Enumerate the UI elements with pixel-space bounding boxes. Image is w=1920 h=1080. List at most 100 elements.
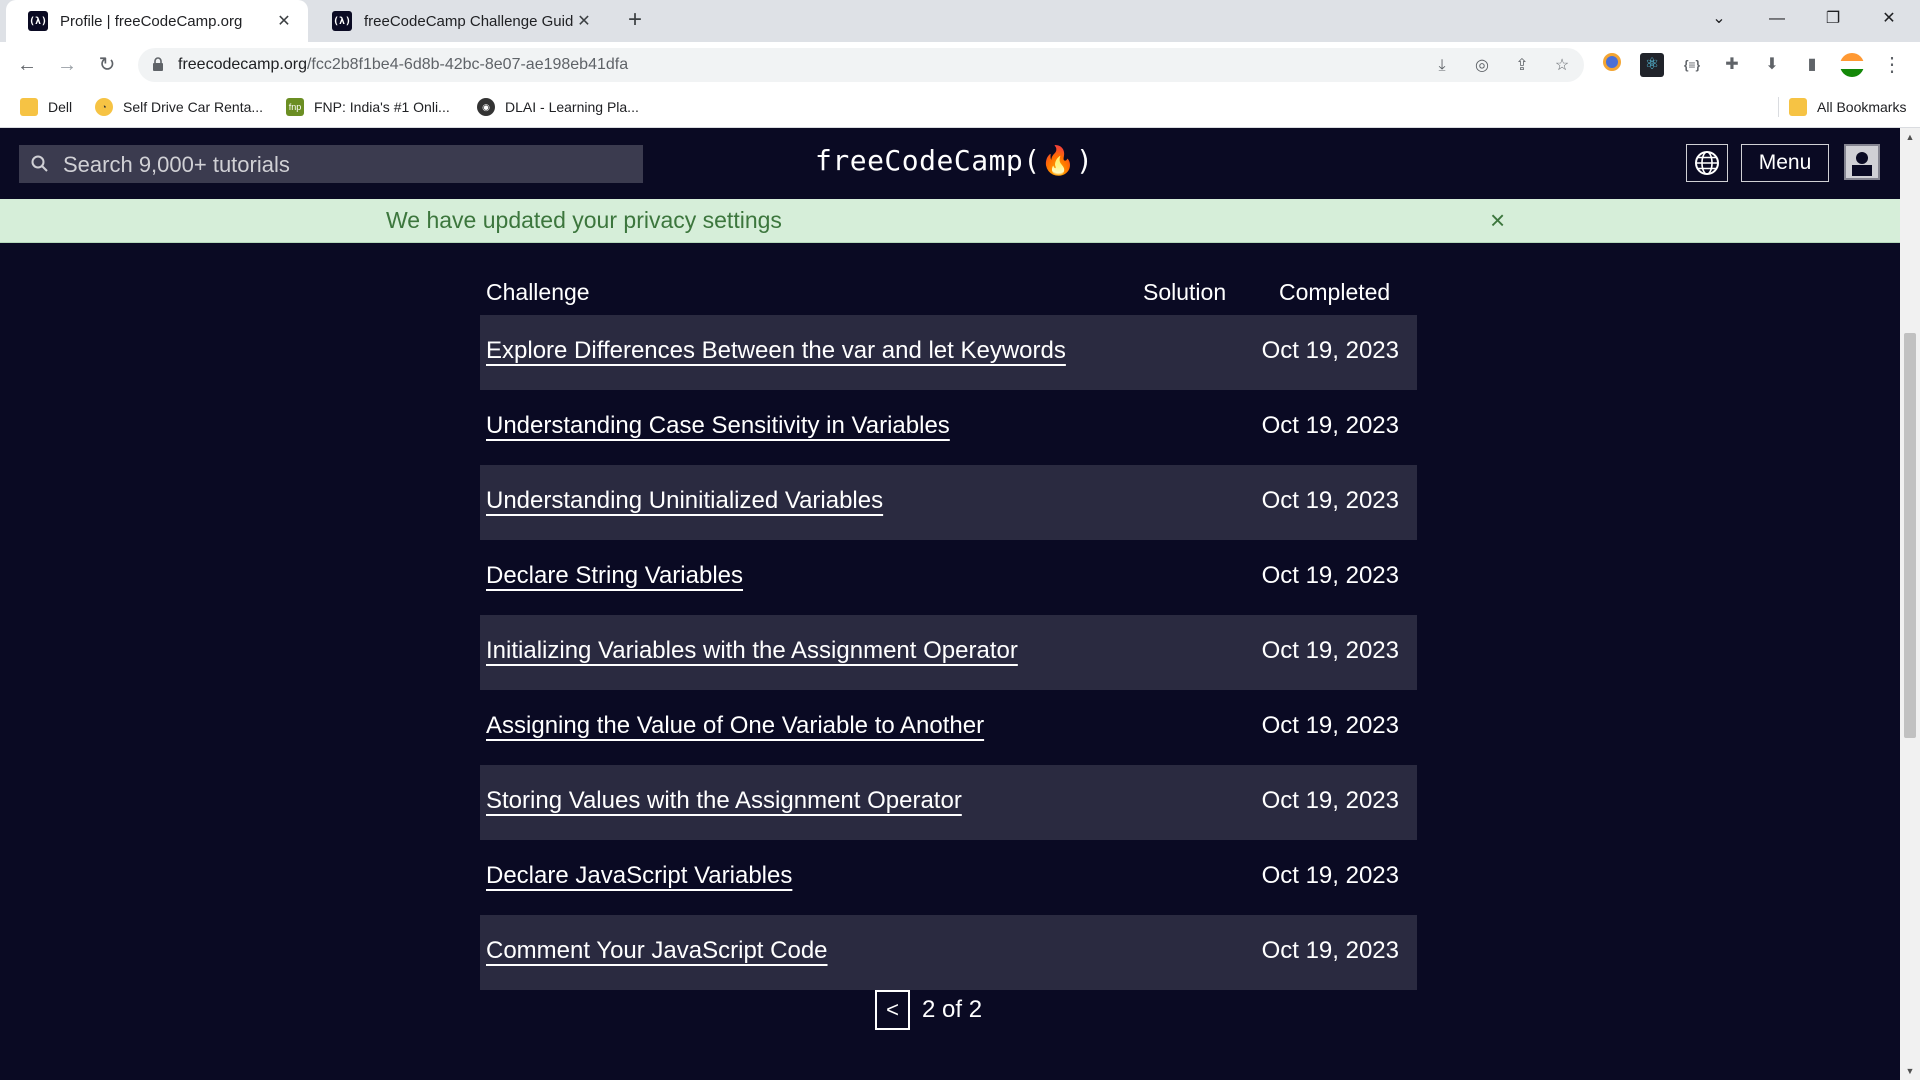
table-row: Explore Differences Between the var and … (480, 315, 1417, 390)
completed-date: Oct 19, 2023 (1261, 562, 1399, 589)
timeline-table: Challenge Solution Completed Explore Dif… (480, 273, 1417, 990)
user-avatar[interactable] (1844, 144, 1880, 180)
new-tab-button[interactable]: + (620, 6, 650, 36)
search-icon (31, 155, 48, 172)
freecodecamp-favicon-icon: (λ) (332, 11, 352, 31)
table-header: Challenge Solution Completed (480, 273, 1417, 315)
avatar-icon (1848, 148, 1876, 176)
header-challenge: Challenge (486, 279, 590, 305)
pagination: < 2 of 2 (875, 990, 982, 1030)
react-devtools-icon[interactable]: ⚛ (1640, 53, 1664, 77)
json-formatter-icon[interactable]: {≡} (1680, 53, 1704, 77)
extensions-puzzle-icon[interactable]: ✚ (1720, 53, 1744, 77)
window-close-button[interactable]: ✕ (1862, 0, 1916, 42)
challenge-link[interactable]: Declare JavaScript Variables (486, 862, 792, 890)
table-row: Storing Values with the Assignment Opera… (480, 765, 1417, 840)
bookmark-self-drive[interactable]: ◔ Self Drive Car Renta... (95, 88, 263, 126)
side-panel-icon[interactable]: ▮ (1800, 53, 1824, 77)
completed-date: Oct 19, 2023 (1261, 637, 1399, 664)
completed-date: Oct 19, 2023 (1261, 337, 1399, 364)
close-icon[interactable]: ✕ (274, 11, 294, 31)
profile-content: Challenge Solution Completed Explore Dif… (0, 243, 1900, 1080)
completed-date: Oct 19, 2023 (1261, 787, 1399, 814)
challenge-link[interactable]: Understanding Case Sensitivity in Variab… (486, 412, 950, 440)
url-path: /fcc2b8f1be4-6d8b-42bc-8e07-ae198eb41dfa (306, 56, 629, 73)
scroll-up-arrow-icon[interactable]: ▲ (1900, 128, 1920, 146)
bookmark-dell[interactable]: Dell (20, 88, 72, 126)
tab-challenge-guide[interactable]: (λ) freeCodeCamp Challenge Guide ✕ (310, 0, 608, 42)
page-indicator: 2 of 2 (922, 996, 983, 1023)
lock-icon (153, 57, 163, 71)
url-text: freecodecamp.org/fcc2b8f1be4-6d8b-42bc-8… (178, 56, 628, 74)
page-scrollbar[interactable]: ▲ ▼ (1900, 128, 1920, 1080)
share-icon[interactable]: ⇪ (1512, 56, 1532, 76)
header-completed: Completed (1279, 279, 1391, 305)
challenge-link[interactable]: Assigning the Value of One Variable to A… (486, 712, 984, 740)
address-bar[interactable]: freecodecamp.org/fcc2b8f1be4-6d8b-42bc-8… (138, 48, 1584, 82)
challenge-link[interactable]: Initializing Variables with the Assignme… (486, 637, 1018, 665)
tab-title: Profile | freeCodeCamp.org (60, 12, 243, 30)
challenge-link[interactable]: Understanding Uninitialized Variables (486, 487, 883, 515)
eye-off-icon[interactable]: ◎ (1472, 56, 1492, 76)
download-icon[interactable]: ⬇ (1760, 53, 1784, 77)
bookmark-label: FNP: India's #1 Onli... (314, 99, 450, 115)
bookmark-label: Dell (48, 99, 73, 115)
privacy-flash-message: We have updated your privacy settings × (0, 199, 1900, 243)
tab-profile[interactable]: (λ) Profile | freeCodeCamp.org ✕ (6, 0, 308, 42)
site-navbar: Search 9,000+ tutorials freeCodeCamp(🔥) … (0, 128, 1900, 199)
url-host: freecodecamp.org (178, 56, 307, 73)
install-app-icon[interactable]: ⤓ (1432, 56, 1452, 76)
completed-date: Oct 19, 2023 (1261, 412, 1399, 439)
table-row: Understanding Uninitialized Variables Oc… (480, 465, 1417, 540)
minimize-button[interactable]: — (1750, 0, 1804, 42)
language-button[interactable] (1686, 144, 1728, 182)
kebab-menu-icon[interactable]: ⋮ (1880, 53, 1904, 77)
completed-date: Oct 19, 2023 (1261, 937, 1399, 964)
search-input[interactable]: Search 9,000+ tutorials (19, 145, 643, 183)
table-row: Declare JavaScript Variables Oct 19, 202… (480, 840, 1417, 915)
flash-text: We have updated your privacy settings (386, 207, 782, 233)
search-placeholder: Search 9,000+ tutorials (63, 152, 290, 177)
challenge-link[interactable]: Comment Your JavaScript Code (486, 937, 828, 965)
tab-title: freeCodeCamp Challenge Guide (364, 12, 574, 30)
folder-icon (1789, 98, 1807, 116)
challenge-link[interactable]: Declare String Variables (486, 562, 743, 590)
all-bookmarks-label: All Bookmarks (1817, 99, 1907, 115)
completed-date: Oct 19, 2023 (1261, 862, 1399, 889)
globe-icon (1695, 151, 1719, 175)
tab-search-chevron-icon[interactable]: ⌄ (1692, 0, 1746, 42)
table-row: Understanding Case Sensitivity in Variab… (480, 390, 1417, 465)
scroll-down-arrow-icon[interactable]: ▼ (1900, 1062, 1920, 1080)
close-icon[interactable]: ✕ (574, 11, 594, 31)
bookmark-label: DLAI - Learning Pla... (505, 99, 639, 115)
bookmark-dlai[interactable]: ◉ DLAI - Learning Pla... (477, 88, 639, 126)
freecodecamp-logo[interactable]: freeCodeCamp(🔥) (815, 144, 1093, 177)
scrollbar-thumb[interactable] (1904, 333, 1916, 738)
browser-tab-strip: (λ) Profile | freeCodeCamp.org ✕ (λ) fre… (0, 0, 1920, 42)
menu-button[interactable]: Menu (1741, 144, 1829, 182)
restore-button[interactable]: ❐ (1806, 0, 1860, 42)
all-bookmarks[interactable]: All Bookmarks (1778, 88, 1906, 126)
table-row: Comment Your JavaScript Code Oct 19, 202… (480, 915, 1417, 990)
back-arrow-icon[interactable]: ← (11, 49, 43, 81)
profile-avatar-icon[interactable] (1840, 53, 1864, 77)
previous-page-button[interactable]: < (875, 990, 910, 1030)
header-solution: Solution (1143, 279, 1227, 305)
challenge-link[interactable]: Storing Values with the Assignment Opera… (486, 787, 962, 815)
globe-icon: ◉ (477, 98, 495, 116)
completed-date: Oct 19, 2023 (1261, 487, 1399, 514)
bookmark-fnp[interactable]: fnp FNP: India's #1 Onli... (286, 88, 450, 126)
fnp-icon: fnp (286, 98, 304, 116)
close-icon[interactable]: × (1490, 207, 1505, 233)
table-row: Assigning the Value of One Variable to A… (480, 690, 1417, 765)
bookmark-star-icon[interactable]: ☆ (1552, 56, 1572, 76)
bookmark-label: Self Drive Car Renta... (123, 99, 264, 115)
challenge-link[interactable]: Explore Differences Between the var and … (486, 337, 1066, 365)
forward-arrow-icon[interactable]: → (51, 49, 83, 81)
bookmarks-divider (1778, 97, 1779, 117)
bookmarks-bar: Dell ◔ Self Drive Car Renta... fnp FNP: … (0, 88, 1920, 128)
extension-circle-icon[interactable] (1600, 53, 1624, 77)
table-row: Declare String Variables Oct 19, 2023 (480, 540, 1417, 615)
car-rental-icon: ◔ (95, 98, 113, 116)
reload-icon[interactable]: ↻ (91, 49, 123, 81)
